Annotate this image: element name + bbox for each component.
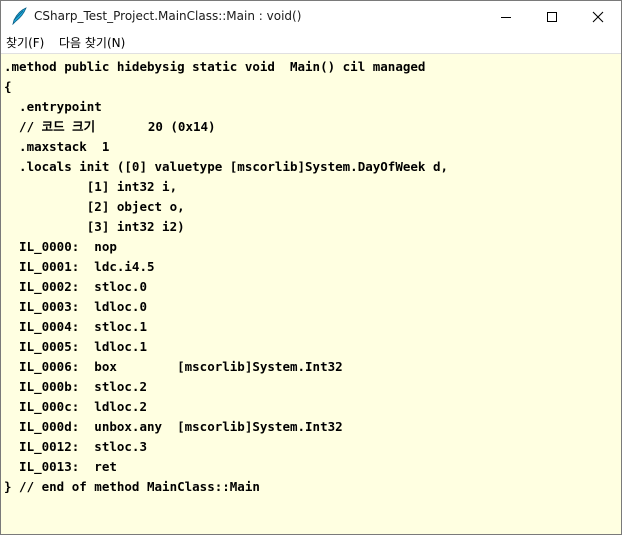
close-button[interactable] xyxy=(575,1,621,32)
code-line: .maxstack 1 xyxy=(4,139,110,154)
code-line: .locals init ([0] valuetype [mscorlib]Sy… xyxy=(4,159,449,174)
maximize-button[interactable] xyxy=(529,1,575,32)
code-line: IL_0004: stloc.1 xyxy=(4,319,147,334)
code-line: IL_0012: stloc.3 xyxy=(4,439,147,454)
code-line: IL_0001: ldc.i4.5 xyxy=(4,259,155,274)
menu-find[interactable]: 찾기(F) xyxy=(6,34,44,51)
code-line: [1] int32 i, xyxy=(4,179,178,194)
code-line: IL_0013: ret xyxy=(4,459,117,474)
maximize-icon xyxy=(547,11,557,22)
code-line: IL_0002: stloc.0 xyxy=(4,279,147,294)
code-line: .method public hidebysig static void Mai… xyxy=(4,59,426,74)
code-line: IL_0006: box [mscorlib]System.Int32 xyxy=(4,359,343,374)
code-line: IL_000b: stloc.2 xyxy=(4,379,147,394)
code-line: IL_000d: unbox.any [mscorlib]System.Int3… xyxy=(4,419,343,434)
code-line: } // end of method MainClass::Main xyxy=(4,479,260,494)
code-line: [2] object o, xyxy=(4,199,185,214)
menu-find-next[interactable]: 다음 찾기(N) xyxy=(59,34,125,51)
code-line: IL_0003: ldloc.0 xyxy=(4,299,147,314)
code-line: { xyxy=(4,79,12,94)
code-line: [3] int32 i2) xyxy=(4,219,185,234)
code-line: .entrypoint xyxy=(4,99,102,114)
code-line: // 코드 크기 20 (0x14) xyxy=(4,119,216,134)
code-line: IL_0005: ldloc.1 xyxy=(4,339,147,354)
title-bar[interactable]: CSharp_Test_Project.MainClass::Main : vo… xyxy=(1,1,621,32)
il-code-text: .method public hidebysig static void Mai… xyxy=(4,57,448,497)
code-line: IL_0000: nop xyxy=(4,239,117,254)
ildasm-method-window: CSharp_Test_Project.MainClass::Main : vo… xyxy=(0,0,622,535)
minimize-icon xyxy=(501,16,511,18)
il-code-view[interactable]: .method public hidebysig static void Mai… xyxy=(1,53,621,534)
quill-pen-icon xyxy=(12,7,27,25)
minimize-button[interactable] xyxy=(483,1,529,32)
close-icon xyxy=(592,11,604,22)
code-line: IL_000c: ldloc.2 xyxy=(4,399,147,414)
window-title: CSharp_Test_Project.MainClass::Main : vo… xyxy=(34,9,302,23)
menu-bar: 찾기(F) 다음 찾기(N) xyxy=(1,32,621,52)
